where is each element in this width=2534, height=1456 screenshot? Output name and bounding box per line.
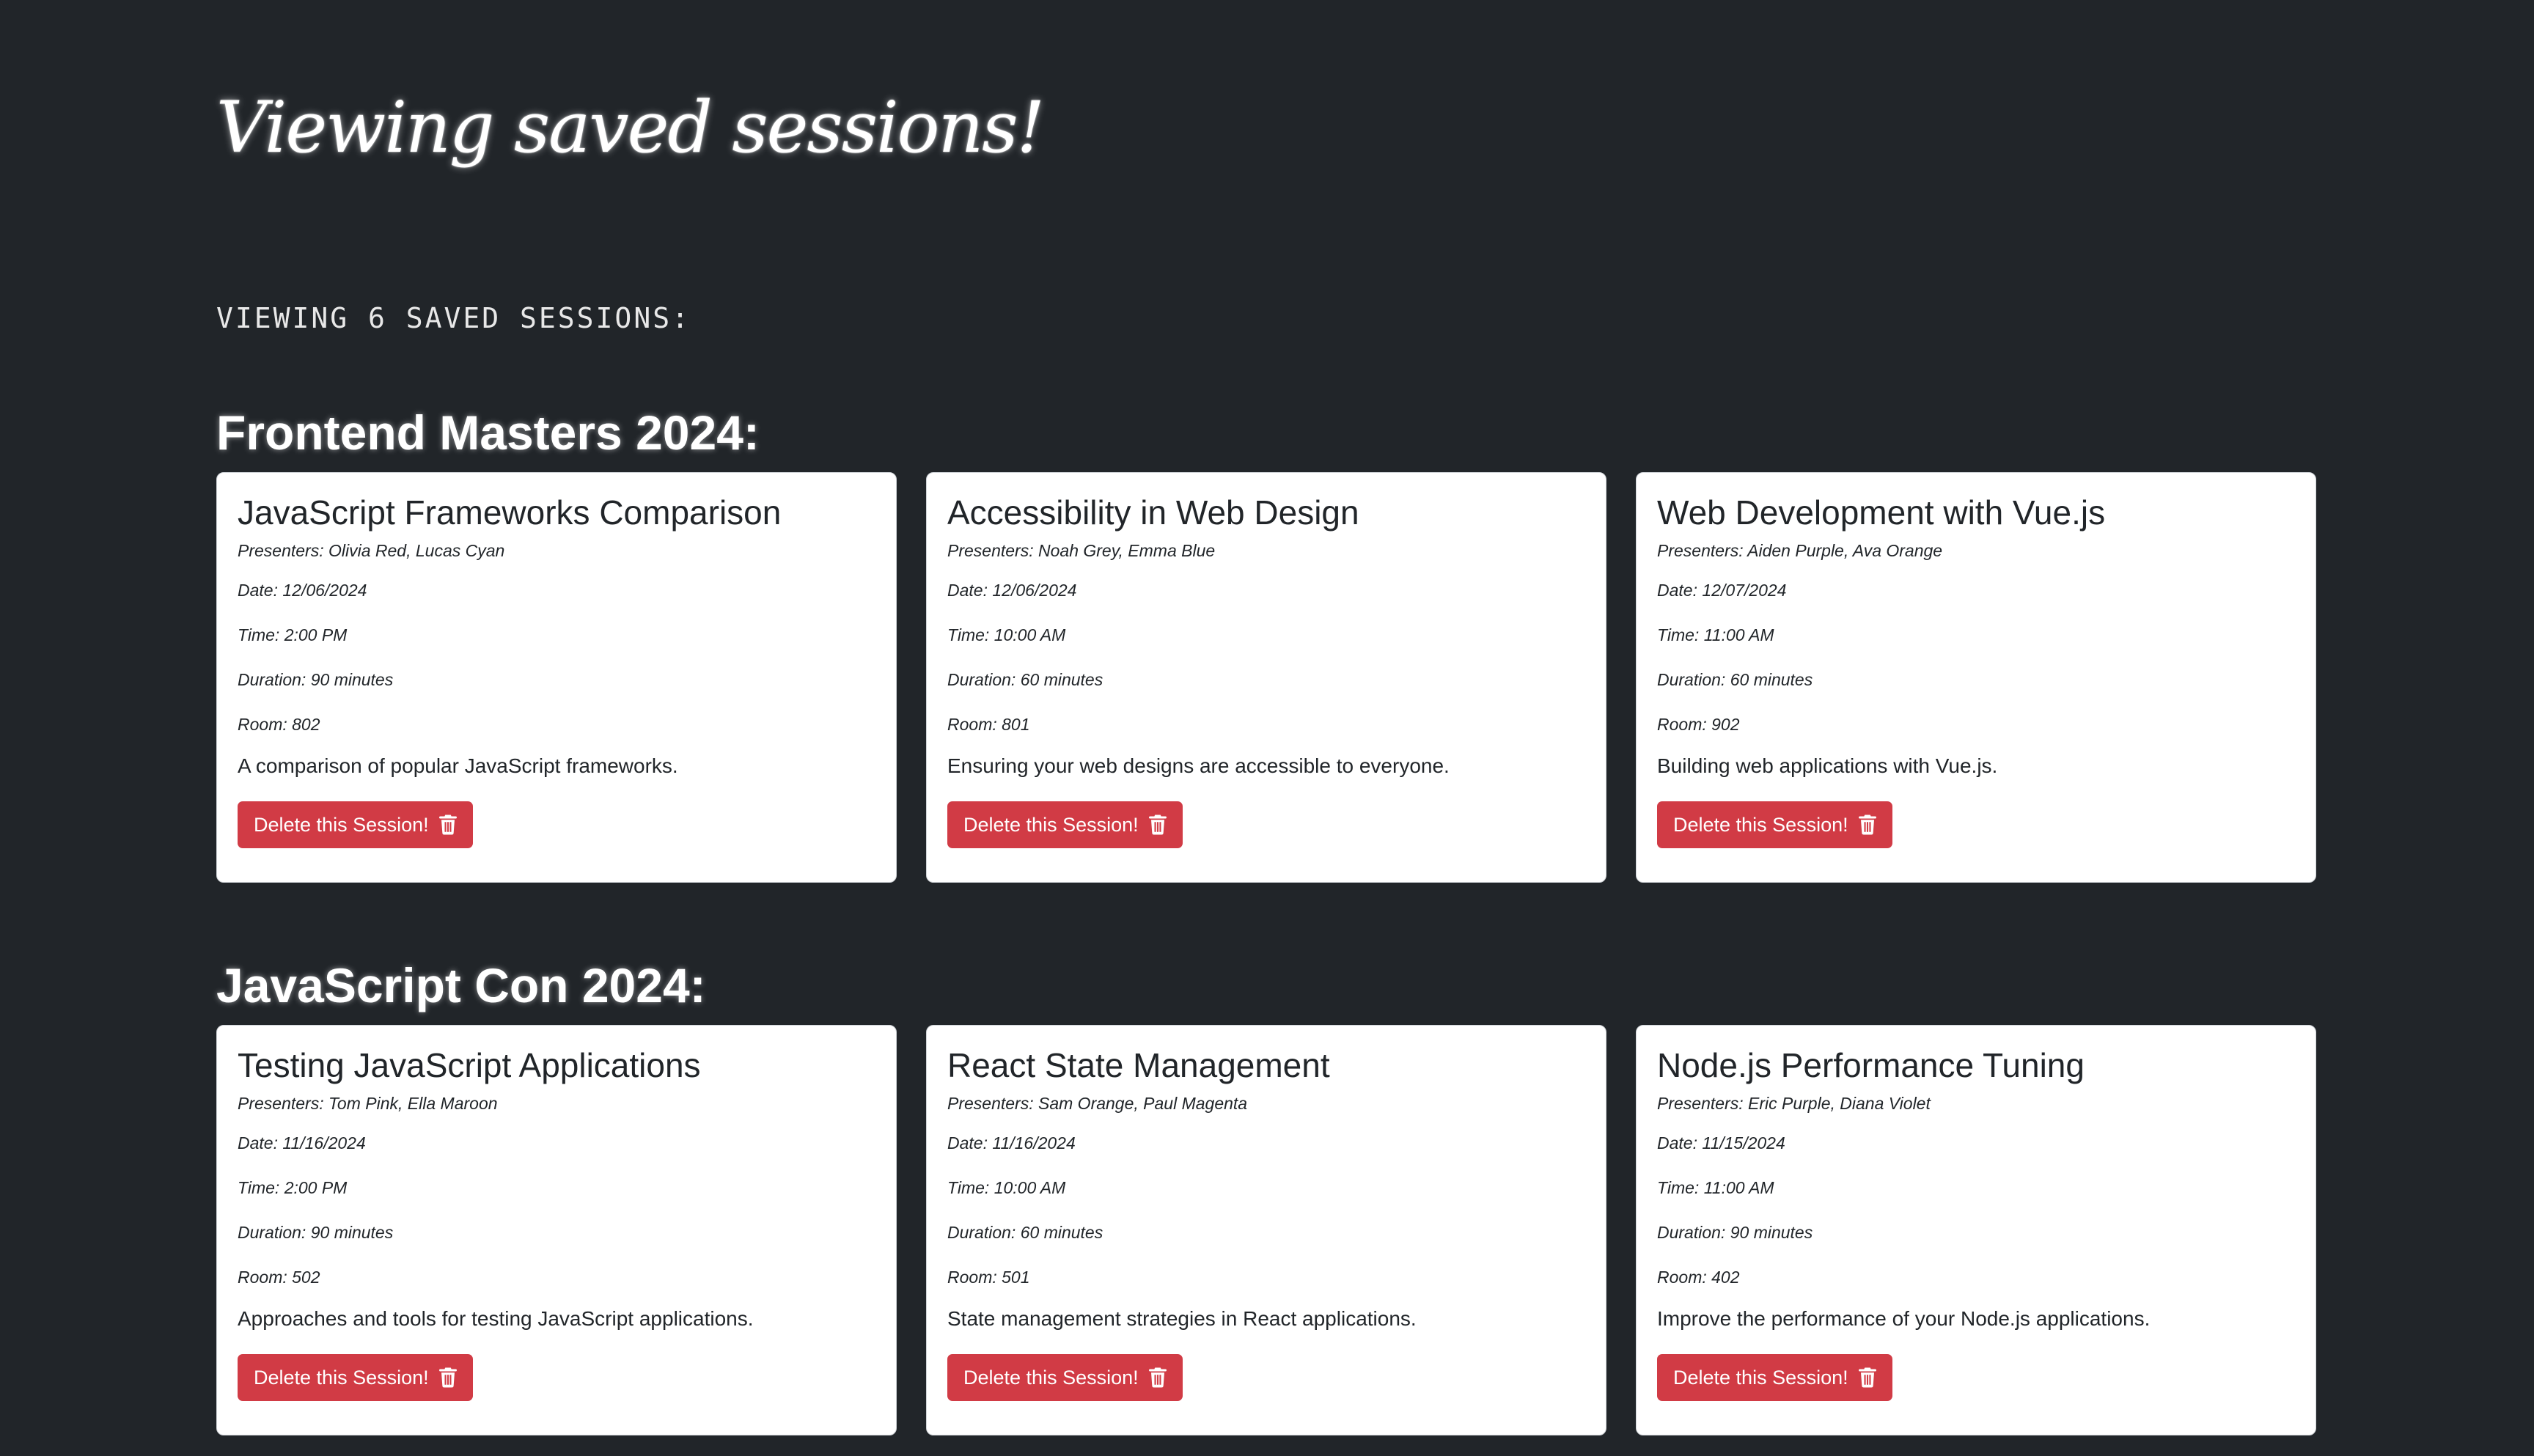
delete-session-button[interactable]: Delete this Session! bbox=[1657, 801, 1892, 848]
session-description: Approaches and tools for testing JavaScr… bbox=[238, 1307, 754, 1330]
conference-heading: JavaScript Con 2024: bbox=[216, 958, 706, 1012]
saved-sessions-count: Viewing 6 saved sessions: bbox=[216, 302, 691, 334]
session-title: Web Development with Vue.js bbox=[1657, 493, 2106, 532]
session-title: Node.js Performance Tuning bbox=[1657, 1046, 2085, 1084]
session-date: Date: 12/07/2024 bbox=[1657, 581, 1787, 600]
session-duration: Duration: 90 minutes bbox=[1657, 1223, 1813, 1242]
session-presenters: Presenters: Sam Orange, Paul Magenta bbox=[947, 1094, 1248, 1113]
delete-session-label: Delete this Session! bbox=[1673, 1366, 1848, 1389]
delete-session-button[interactable]: Delete this Session! bbox=[238, 1354, 473, 1401]
session-presenters: Presenters: Eric Purple, Diana Violet bbox=[1657, 1094, 1931, 1113]
trash-icon bbox=[1148, 1367, 1167, 1388]
session-card: Web Development with Vue.js Presenters: … bbox=[1636, 472, 2316, 883]
session-room: Room: 801 bbox=[947, 715, 1030, 734]
session-date: Date: 11/16/2024 bbox=[238, 1133, 366, 1152]
delete-session-label: Delete this Session! bbox=[963, 813, 1139, 836]
session-duration: Duration: 90 minutes bbox=[238, 1223, 394, 1242]
session-time: Time: 10:00 AM bbox=[947, 625, 1066, 644]
session-time: Time: 11:00 AM bbox=[1657, 1178, 1774, 1197]
session-description: Building web applications with Vue.js. bbox=[1657, 754, 1998, 777]
session-duration: Duration: 90 minutes bbox=[238, 670, 394, 689]
session-presenters: Presenters: Tom Pink, Ella Maroon bbox=[238, 1094, 498, 1113]
session-room: Room: 902 bbox=[1657, 715, 1740, 734]
session-time: Time: 10:00 AM bbox=[947, 1178, 1066, 1197]
session-description: Improve the performance of your Node.js … bbox=[1657, 1307, 2151, 1330]
session-date: Date: 11/15/2024 bbox=[1657, 1133, 1785, 1152]
session-presenters: Presenters: Olivia Red, Lucas Cyan bbox=[238, 541, 505, 560]
trash-icon bbox=[1858, 1367, 1876, 1388]
session-time: Time: 11:00 AM bbox=[1657, 625, 1774, 644]
session-description: Ensuring your web designs are accessible… bbox=[947, 754, 1450, 777]
session-card: Testing JavaScript Applications Presente… bbox=[216, 1025, 897, 1435]
trash-icon bbox=[1148, 815, 1167, 835]
session-title: Testing JavaScript Applications bbox=[238, 1046, 701, 1084]
delete-session-button[interactable]: Delete this Session! bbox=[947, 1354, 1183, 1401]
session-card: React State Management Presenters: Sam O… bbox=[926, 1025, 1606, 1435]
delete-session-button[interactable]: Delete this Session! bbox=[947, 801, 1183, 848]
conference-heading: Frontend Masters 2024: bbox=[216, 405, 760, 460]
session-room: Room: 802 bbox=[238, 715, 320, 734]
conference-section: Frontend Masters 2024: JavaScript Framew… bbox=[216, 402, 2318, 883]
session-title: JavaScript Frameworks Comparison bbox=[238, 493, 782, 532]
session-room: Room: 402 bbox=[1657, 1268, 1740, 1287]
session-card: Node.js Performance Tuning Presenters: E… bbox=[1636, 1025, 2316, 1435]
delete-session-label: Delete this Session! bbox=[963, 1366, 1139, 1389]
session-card-grid: Testing JavaScript Applications Presente… bbox=[216, 1025, 2318, 1435]
session-presenters: Presenters: Aiden Purple, Ava Orange bbox=[1657, 541, 1943, 560]
session-duration: Duration: 60 minutes bbox=[947, 670, 1103, 689]
session-duration: Duration: 60 minutes bbox=[947, 1223, 1103, 1242]
page-title: Viewing saved sessions! bbox=[216, 87, 1045, 169]
session-date: Date: 12/06/2024 bbox=[238, 581, 367, 600]
session-title: React State Management bbox=[947, 1046, 1330, 1084]
session-room: Room: 502 bbox=[238, 1268, 320, 1287]
delete-session-label: Delete this Session! bbox=[1673, 813, 1848, 836]
session-description: State management strategies in React app… bbox=[947, 1307, 1417, 1330]
session-card: JavaScript Frameworks Comparison Present… bbox=[216, 472, 897, 883]
session-time: Time: 2:00 PM bbox=[238, 1178, 348, 1197]
session-card: Accessibility in Web Design Presenters: … bbox=[926, 472, 1606, 883]
trash-icon bbox=[438, 815, 457, 835]
trash-icon bbox=[1858, 815, 1876, 835]
session-time: Time: 2:00 PM bbox=[238, 625, 348, 644]
session-duration: Duration: 60 minutes bbox=[1657, 670, 1813, 689]
trash-icon bbox=[438, 1367, 457, 1388]
session-presenters: Presenters: Noah Grey, Emma Blue bbox=[947, 541, 1216, 560]
conference-section: JavaScript Con 2024: Testing JavaScript … bbox=[216, 955, 2318, 1435]
session-date: Date: 11/16/2024 bbox=[947, 1133, 1076, 1152]
delete-session-button[interactable]: Delete this Session! bbox=[1657, 1354, 1892, 1401]
session-room: Room: 501 bbox=[947, 1268, 1030, 1287]
delete-session-label: Delete this Session! bbox=[254, 1366, 429, 1389]
delete-session-label: Delete this Session! bbox=[254, 813, 429, 836]
session-title: Accessibility in Web Design bbox=[947, 493, 1359, 532]
session-description: A comparison of popular JavaScript frame… bbox=[238, 754, 678, 777]
delete-session-button[interactable]: Delete this Session! bbox=[238, 801, 473, 848]
session-date: Date: 12/06/2024 bbox=[947, 581, 1077, 600]
session-card-grid: JavaScript Frameworks Comparison Present… bbox=[216, 472, 2318, 883]
